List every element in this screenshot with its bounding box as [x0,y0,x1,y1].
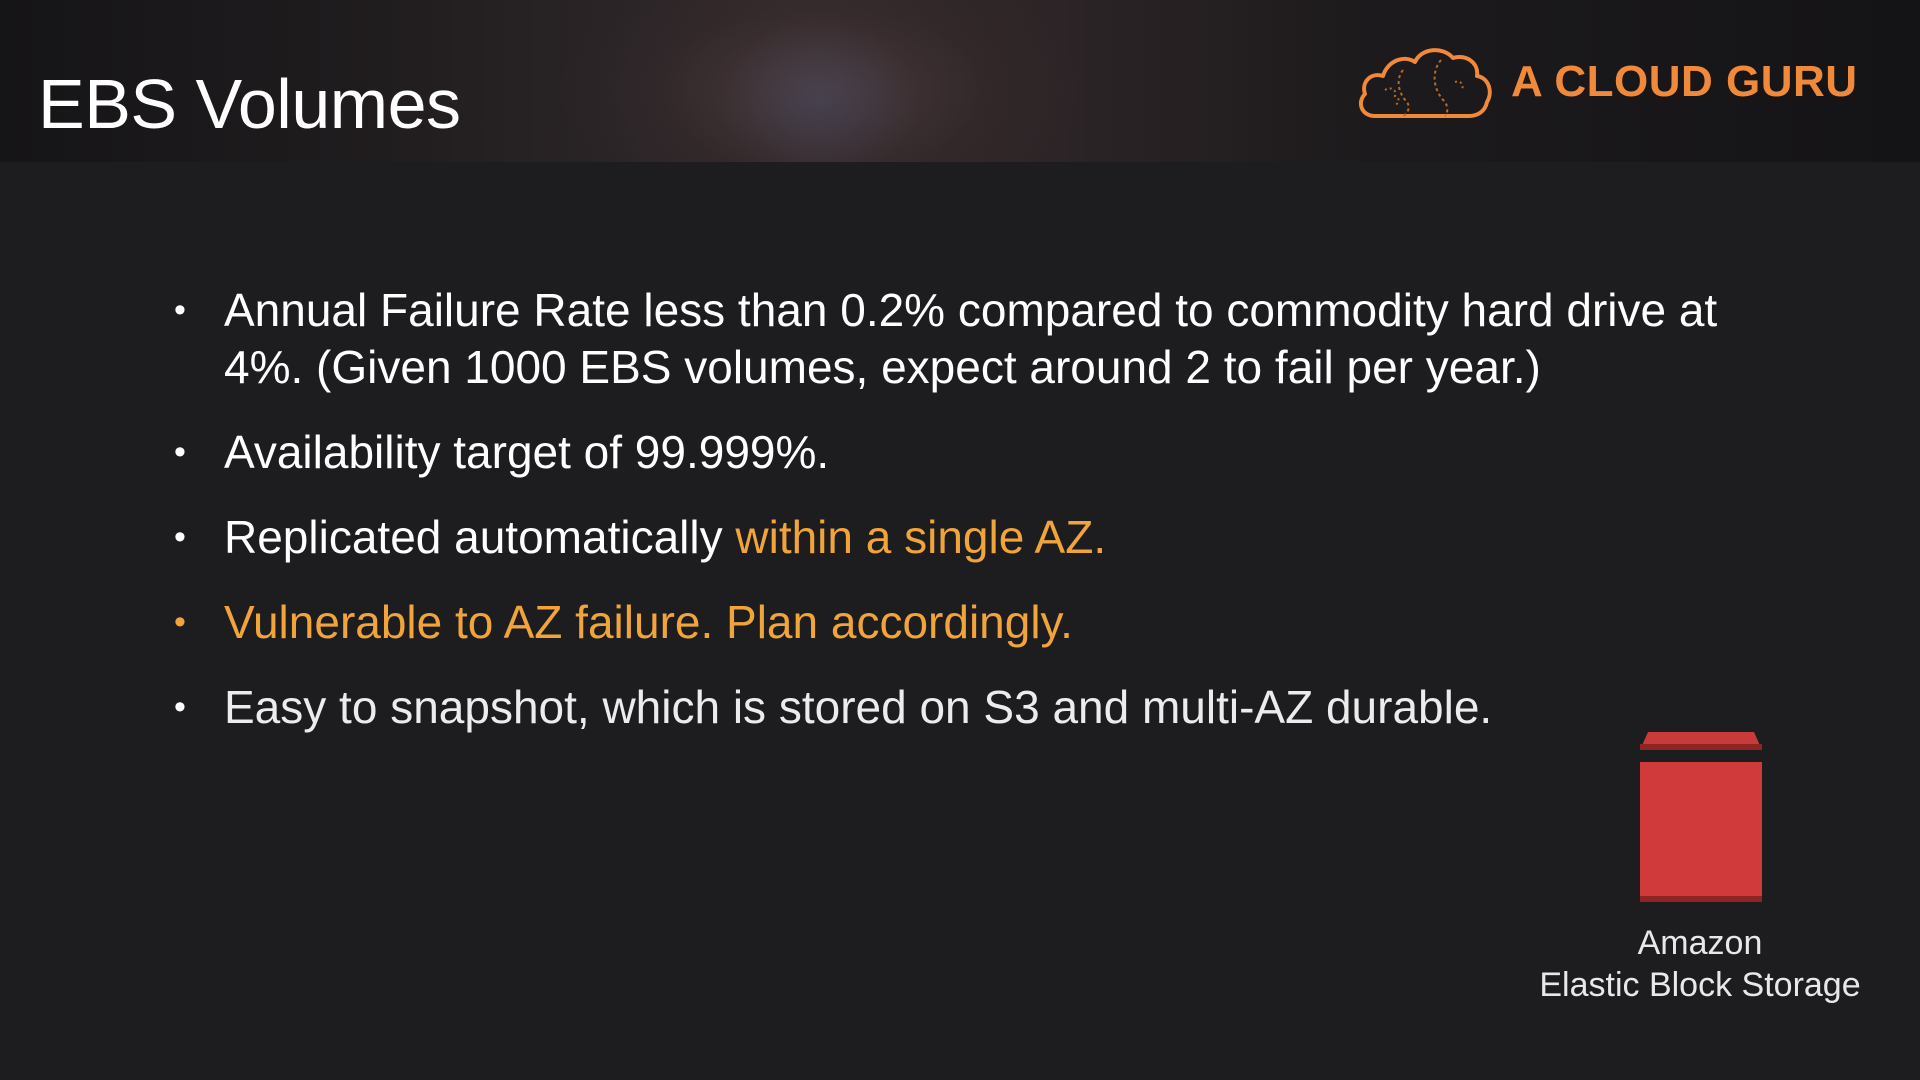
bullet-glyph: • [174,688,186,726]
bullet-list: • Annual Failure Rate less than 0.2% com… [174,282,1794,764]
bullet-text: Vulnerable to AZ failure. Plan according… [224,596,1073,648]
service-caption: Amazon Elastic Block Storage [1520,922,1880,1006]
bullet-highlight-text: within a single AZ. [735,511,1107,563]
bullet-glyph: • [174,433,186,471]
bullet-glyph: • [174,291,186,329]
bullet-text: Annual Failure Rate less than 0.2% compa… [224,284,1718,393]
bullet-glyph: • [174,518,186,556]
bullet-text: Easy to snapshot, which is stored on S3 … [224,681,1493,733]
cloud-icon [1358,48,1492,118]
brand-logo: A CLOUD GURU [1355,40,1875,130]
bullet-item: • Replicated automatically within a sing… [174,509,1794,566]
service-caption-line2: Elastic Block Storage [1539,966,1861,1004]
brand-name: A CLOUD GURU [1511,57,1858,106]
bullet-text: Replicated automatically [224,511,736,563]
bullet-text: Availability target of 99.999%. [224,426,830,478]
bullet-item-highlighted: • Vulnerable to AZ failure. Plan accordi… [174,594,1794,651]
bullet-item: • Easy to snapshot, which is stored on S… [174,679,1794,736]
bullet-item: • Annual Failure Rate less than 0.2% com… [174,282,1794,396]
slide-title: EBS Volumes [38,65,461,143]
bullet-item: • Availability target of 99.999%. [174,424,1794,481]
bullet-glyph: • [174,603,186,641]
ebs-volume-icon [1640,732,1762,902]
slide: EBS Volumes A CLOUD GURU • Annual Failur… [0,0,1920,1080]
service-caption-line1: Amazon [1637,924,1763,962]
ebs-service-badge: Amazon Elastic Block Storage [1520,730,1880,1010]
